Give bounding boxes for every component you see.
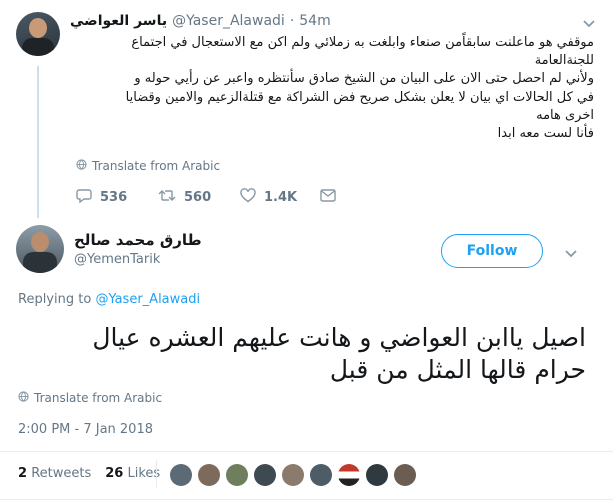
liker-avatar[interactable] [394, 464, 416, 486]
likes-stat[interactable]: 26 Likes [105, 466, 160, 481]
replying-to-label: Replying to [18, 292, 92, 307]
retweet-count: 560 [184, 190, 212, 205]
follow-button[interactable]: Follow [441, 234, 543, 268]
parent-display-name[interactable]: ياسر العواضي [70, 13, 167, 29]
envelope-icon [320, 189, 336, 206]
parent-text-line: ولأني لم احصل حتى الان على البيان من الش… [134, 71, 594, 87]
main-translate-label[interactable]: Translate from Arabic [34, 391, 162, 405]
thread-line [37, 66, 39, 218]
main-text-line: اصيل ياابن العواضي و هانت عليهم العشره ع… [92, 323, 586, 352]
parent-text-line: اخرى هامه [536, 107, 594, 123]
liker-avatar[interactable] [366, 464, 388, 486]
stats-separator [156, 460, 157, 488]
heart-icon [240, 188, 256, 207]
globe-icon [18, 391, 29, 405]
parent-text-line: موقفي هو ماعلنت سابقاًمن صنعاء وابلغت به… [131, 35, 594, 50]
parent-translate-link[interactable]: Translate from Arabic [76, 159, 220, 173]
liker-avatar[interactable] [282, 464, 304, 486]
parent-text-line: للجنةالعامة [534, 53, 594, 69]
parent-text-line: في كل الحالات اي بيان لا يعلن بشكل صريح … [125, 89, 594, 105]
tweet-stats: 2 Retweets 26 Likes [18, 466, 160, 481]
globe-icon [76, 159, 87, 173]
liker-avatar[interactable] [338, 464, 360, 486]
parent-tweet-text: موقفي هو ماعلنت سابقاًمن صنعاء وابلغت به… [70, 34, 594, 143]
retweets-stat[interactable]: 2 Retweets [18, 466, 91, 481]
parent-time[interactable]: 54m [299, 13, 330, 29]
retweet-icon [158, 188, 176, 207]
like-action[interactable]: 1.4K [240, 188, 297, 207]
parent-handle[interactable]: @Yaser_Alawadi [172, 13, 285, 29]
reply-count: 536 [100, 190, 128, 205]
stats-divider-top [0, 451, 613, 452]
chevron-down-icon[interactable] [564, 244, 578, 258]
liker-avatar[interactable] [310, 464, 332, 486]
replying-to: Replying to @Yaser_Alawadi [18, 292, 200, 307]
reply-icon [76, 188, 92, 207]
parent-translate-label[interactable]: Translate from Arabic [92, 159, 220, 173]
message-action[interactable] [320, 189, 336, 206]
main-display-name[interactable]: طارق محمد صالح [74, 231, 202, 249]
liker-avatar[interactable] [170, 464, 192, 486]
parent-avatar[interactable] [16, 12, 60, 56]
parent-actions: 536 560 1.4K [76, 188, 356, 208]
retweet-action[interactable]: 560 [158, 188, 211, 207]
retweets-label: Retweets [31, 466, 92, 481]
parent-separator: · [289, 13, 295, 29]
replying-to-handle[interactable]: @Yaser_Alawadi [95, 292, 200, 307]
main-handle[interactable]: @YemenTarik [74, 252, 160, 267]
main-tweet-text: اصيل ياابن العواضي و هانت عليهم العشره ع… [18, 322, 586, 386]
parent-text-line: فأنا لست معه ابدا [497, 126, 594, 142]
liker-avatar[interactable] [226, 464, 248, 486]
retweets-count: 2 [18, 466, 28, 481]
liker-avatar[interactable] [198, 464, 220, 486]
like-count: 1.4K [264, 190, 298, 205]
parent-header: ياسر العواضي @Yaser_Alawadi · 54m [70, 12, 331, 30]
stats-divider-bottom [0, 499, 613, 500]
liker-avatar[interactable] [254, 464, 276, 486]
main-avatar[interactable] [16, 225, 64, 273]
main-text-line: حرام قالها المثل من قبل [329, 355, 586, 384]
main-translate-link[interactable]: Translate from Arabic [18, 391, 162, 405]
reply-action[interactable]: 536 [76, 188, 127, 207]
follow-label: Follow [466, 243, 518, 259]
likes-count: 26 [105, 466, 124, 481]
main-timestamp[interactable]: 2:00 PM - 7 Jan 2018 [18, 422, 153, 437]
chevron-down-icon[interactable] [582, 14, 596, 28]
